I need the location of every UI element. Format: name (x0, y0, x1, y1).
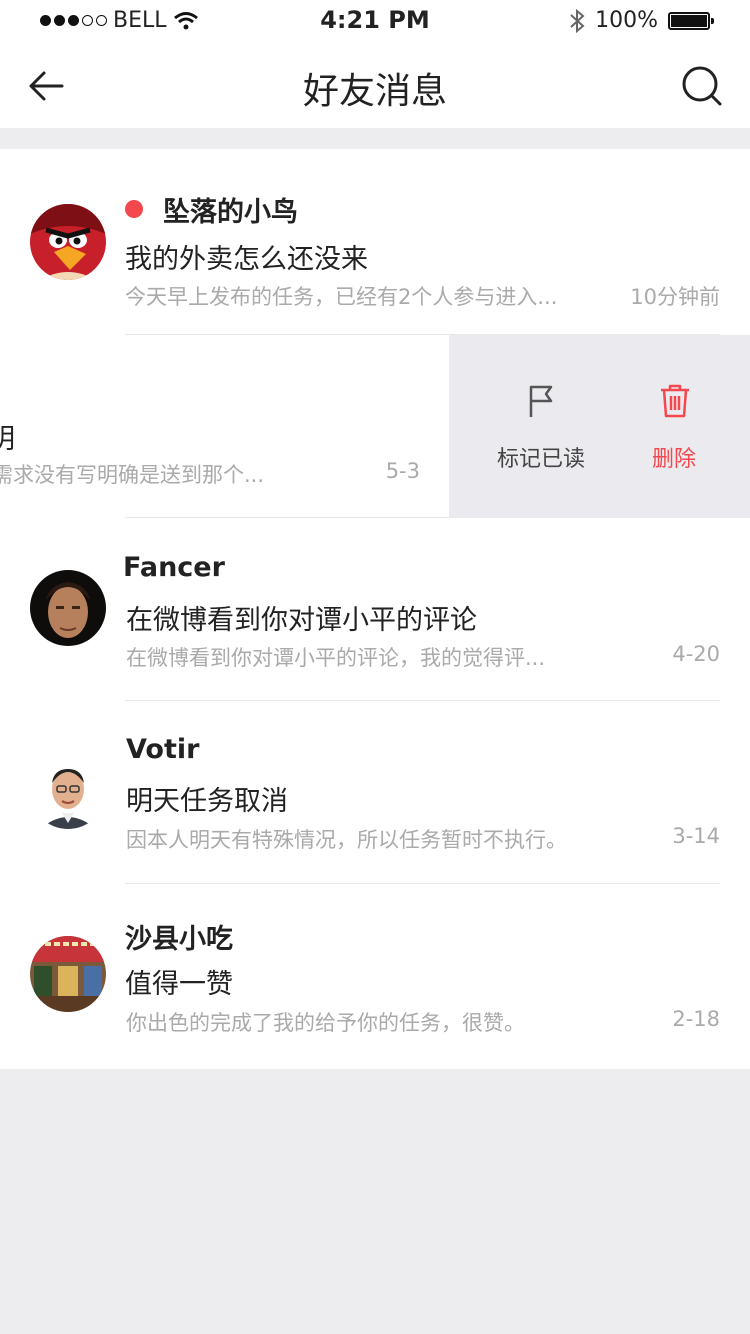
message-time: 2-18 (672, 1007, 720, 1031)
swipe-actions: 标记已读 删除 (449, 335, 750, 518)
page-title: 好友消息 (302, 71, 447, 112)
list-item-swiped[interactable]: 明 需求没有写明确是送到那个... 5-3 标记已读 删除 (0, 335, 750, 518)
search-icon[interactable] (680, 64, 724, 108)
status-bar: BELL 4:21 PM 100% (0, 0, 750, 44)
message-time: 4-20 (672, 642, 720, 666)
delete-button[interactable]: 删除 (599, 335, 749, 518)
status-right: 100% (569, 8, 714, 33)
nav-bar: 好友消息 (0, 44, 750, 128)
message-preview: 今天早上发布的任务，已经有2个人参与进入... (125, 285, 558, 309)
sender-name: Fancer (123, 552, 225, 583)
avatar (30, 570, 106, 646)
message-time: 10分钟前 (630, 285, 720, 309)
avatar (30, 936, 106, 1012)
message-preview: 在微博看到你对谭小平的评论，我的觉得评... (126, 646, 546, 670)
trash-icon (661, 384, 689, 418)
sender-name: 沙县小吃 (125, 924, 233, 955)
delete-label: 删除 (651, 447, 696, 472)
battery-percent: 100% (595, 8, 658, 33)
message-title: 在微博看到你对谭小平的评论 (126, 605, 477, 636)
avatar (30, 753, 106, 829)
battery-icon (668, 11, 714, 30)
message-time: 3-14 (672, 824, 720, 848)
message-title: 明天任务取消 (126, 786, 288, 817)
bluetooth-icon (570, 8, 585, 33)
sender-name: 坠落的小鸟 (163, 197, 298, 228)
message-title: 值得一赞 (125, 969, 233, 1000)
flag-icon (529, 385, 553, 417)
sender-name: Votir (126, 734, 200, 765)
message-time: 5-3 (385, 459, 420, 483)
list-item[interactable]: 坠落的小鸟 我的外卖怎么还没来 今天早上发布的任务，已经有2个人参与进入... … (0, 152, 750, 335)
unread-dot (125, 200, 143, 218)
mark-read-button[interactable]: 标记已读 (466, 335, 616, 518)
message-preview: 你出色的完成了我的给予你的任务，很赞。 (126, 1011, 525, 1035)
avatar (30, 204, 106, 280)
list-item[interactable]: 沙县小吃 值得一赞 你出色的完成了我的给予你的任务，很赞。 2-18 (0, 884, 750, 1067)
message-title: 明 (0, 424, 15, 455)
list-item[interactable]: Votir 明天任务取消 因本人明天有特殊情况，所以任务暂时不执行。 3-14 (0, 701, 750, 884)
message-preview: 需求没有写明确是送到那个... (0, 463, 265, 487)
message-preview: 因本人明天有特殊情况，所以任务暂时不执行。 (126, 828, 567, 852)
message-list: 坠落的小鸟 我的外卖怎么还没来 今天早上发布的任务，已经有2个人参与进入... … (0, 149, 750, 1069)
list-item[interactable]: Fancer 在微博看到你对谭小平的评论 在微博看到你对谭小平的评论，我的觉得评… (0, 518, 750, 701)
mark-read-label: 标记已读 (496, 447, 585, 472)
message-title: 我的外卖怎么还没来 (125, 244, 368, 275)
